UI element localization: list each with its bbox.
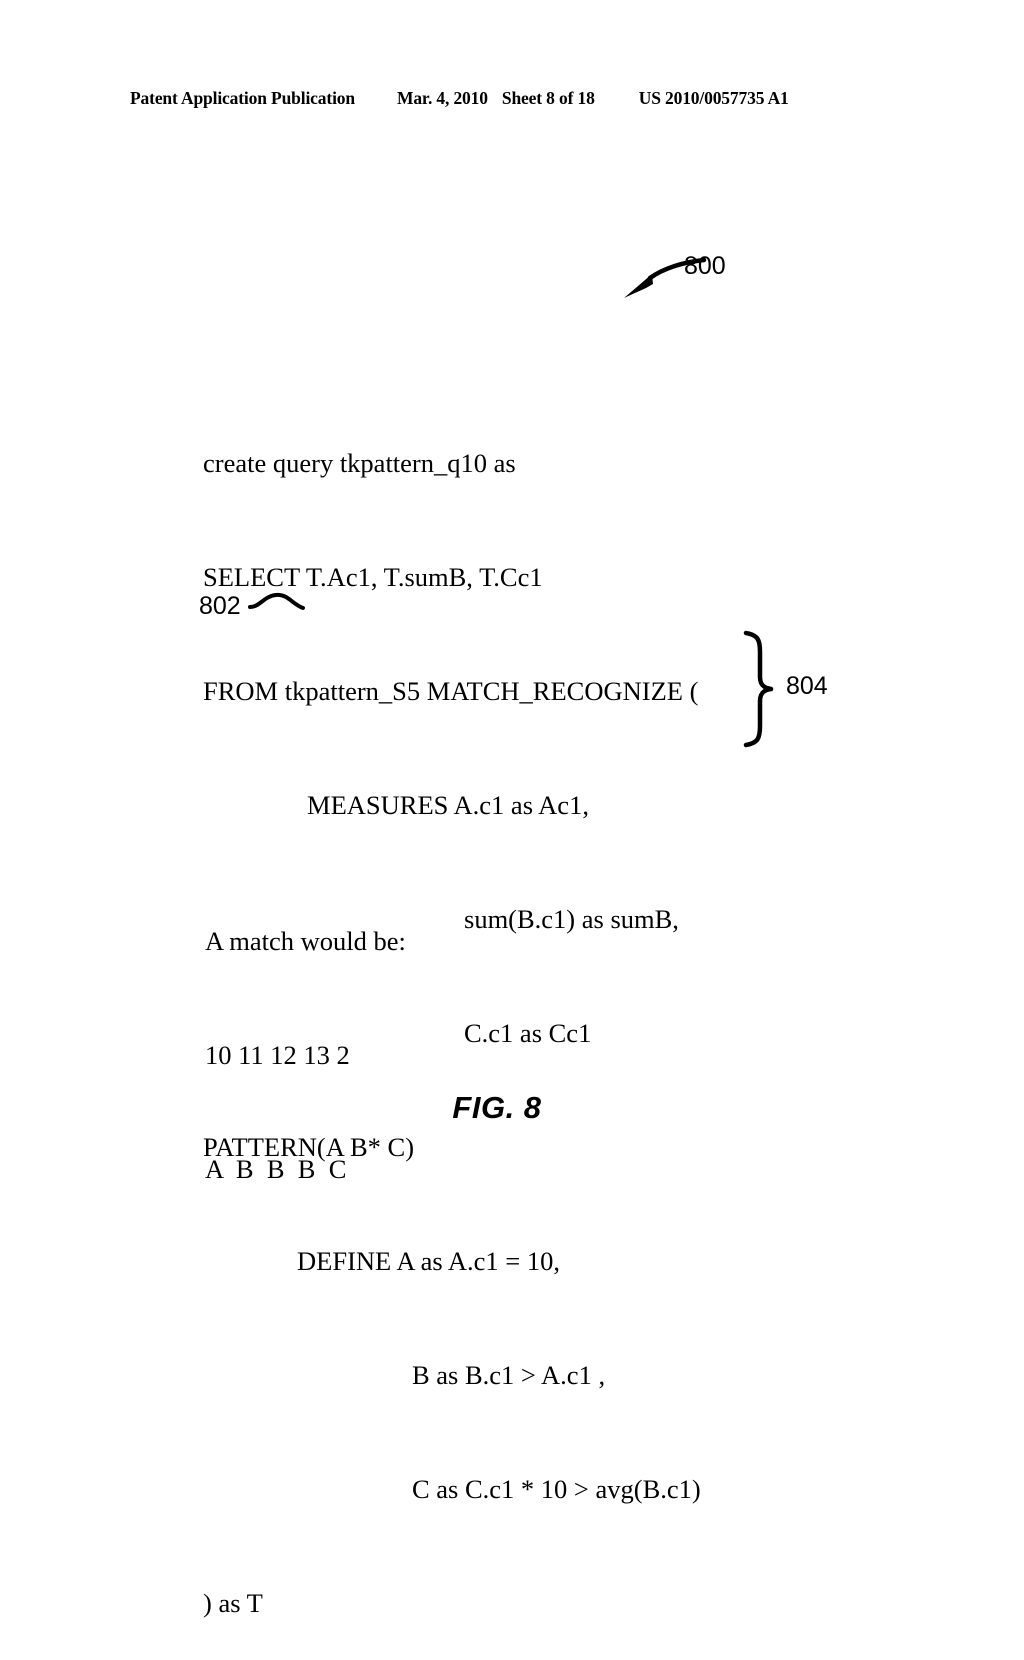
match-example-line: A B B B C — [205, 1154, 347, 1184]
code-line: FROM tkpattern_S5 MATCH_RECOGNIZE ( — [203, 676, 699, 706]
reference-callout-800: 800 — [612, 248, 802, 310]
code-line: ) as T — [203, 1588, 263, 1618]
figure-caption: FIG. 8 — [0, 1090, 1024, 1126]
code-line: create query tkpattern_q10 as — [203, 448, 516, 478]
brace-804-icon — [743, 630, 774, 748]
code-line: B as B.c1 > A.c1 , — [412, 1360, 606, 1390]
reference-label-800: 800 — [684, 252, 726, 280]
code-line: MEASURES A.c1 as Ac1, — [307, 790, 589, 820]
match-example-line: A match would be: — [205, 926, 406, 956]
page-header: Patent Application Publication Mar. 4, 2… — [130, 88, 890, 114]
figure-caption-label: FIG. 8 — [452, 1090, 542, 1125]
match-example-line: 10 11 12 13 2 — [205, 1040, 350, 1070]
header-date-label: Mar. 4, 2010 — [396, 88, 488, 108]
header-sheet-label: Sheet 8 of 18 — [501, 88, 595, 108]
code-line: DEFINE A as A.c1 = 10, — [297, 1246, 561, 1276]
reference-label-802: 802 — [199, 592, 241, 620]
leader-squiggle-802-icon — [248, 592, 305, 610]
code-line: SELECT T.Ac1, T.sumB, T.Cc1 — [203, 562, 543, 592]
match-example-block: A match would be: 10 11 12 13 2 A B B B … — [0, 846, 1024, 1226]
code-line: C as C.c1 * 10 > avg(B.c1) — [412, 1474, 701, 1504]
header-publication-label: Patent Application Publication — [130, 88, 355, 108]
reference-label-804: 804 — [786, 672, 828, 700]
header-patent-number: US 2010/0057735 A1 — [638, 88, 789, 108]
